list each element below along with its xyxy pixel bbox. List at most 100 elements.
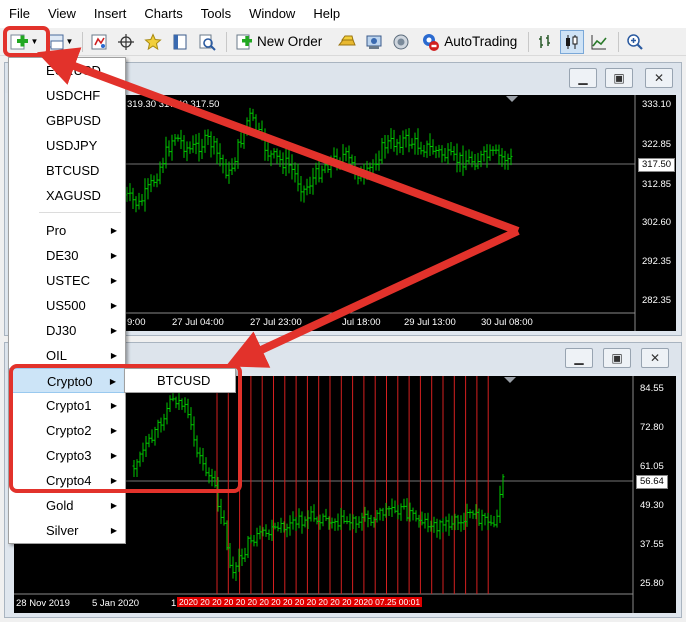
bar-chart-button[interactable] xyxy=(533,30,557,54)
new-order-icon xyxy=(236,34,252,49)
crosshair-button[interactable] xyxy=(114,30,138,54)
chart-shift-marker xyxy=(504,377,516,383)
price-label: 72.80 xyxy=(640,422,664,433)
price-label: 312.85 xyxy=(642,179,672,190)
menu-item-eurusd[interactable]: EURUSD xyxy=(9,58,125,83)
time-label: 9:00 xyxy=(127,317,146,328)
menu-charts[interactable]: Charts xyxy=(135,0,191,28)
menu-insert[interactable]: Insert xyxy=(85,0,136,28)
crosshair-icon xyxy=(118,33,134,50)
chart-shift-marker xyxy=(506,96,518,102)
line-chart-icon xyxy=(591,34,607,49)
time-label: 29 Jul 13:00 xyxy=(404,317,456,328)
toolbar-separator xyxy=(226,31,227,52)
price-label: 25.80 xyxy=(640,578,664,589)
toolbar-separator xyxy=(618,31,620,52)
autotrading-button[interactable]: AutoTrading xyxy=(416,30,521,54)
submenu-arrow-icon: ▶ xyxy=(110,426,117,435)
menu-item-oil[interactable]: OIL ▶ xyxy=(9,343,125,368)
menu-item-dj30[interactable]: DJ30 ▶ xyxy=(9,318,125,343)
minimize-icon: ▁ xyxy=(578,71,588,85)
menu-item-label: Crypto4 xyxy=(46,473,92,488)
line-chart-button[interactable] xyxy=(587,30,611,54)
menu-item-crypto0[interactable]: Crypto0 ▶ xyxy=(9,368,125,393)
maximize-button[interactable]: ▣ xyxy=(603,348,631,368)
profiles-icon xyxy=(48,34,64,49)
minimize-button[interactable]: ▁ xyxy=(565,348,593,368)
mt4-window: File View Insert Charts Tools Window Hel… xyxy=(0,0,686,622)
submenu-arrow-icon: ▶ xyxy=(110,276,117,285)
menu-file[interactable]: File xyxy=(0,0,39,28)
favorites-icon xyxy=(144,32,162,50)
submenu-arrow-icon: ▶ xyxy=(110,351,117,360)
close-button[interactable]: ✕ xyxy=(641,348,669,368)
market-watch-button[interactable] xyxy=(87,30,111,54)
menu-item-crypto1[interactable]: Crypto1 ▶ xyxy=(9,393,125,418)
chevron-down-icon: ▼ xyxy=(30,37,39,46)
menu-item-usdchf[interactable]: USDCHF xyxy=(9,83,125,108)
menu-item-label: DE30 xyxy=(46,248,79,263)
chevron-down-icon: ▼ xyxy=(65,37,74,46)
gold-bars-button[interactable] xyxy=(335,30,359,54)
zoom-in-button[interactable] xyxy=(623,30,647,54)
submenu-arrow-icon: ▶ xyxy=(110,476,117,485)
menu-item-crypto3[interactable]: Crypto3 ▶ xyxy=(9,443,125,468)
time-label: Jul 18:00 xyxy=(342,317,381,328)
close-button[interactable]: ✕ xyxy=(645,68,673,88)
trader-button[interactable] xyxy=(362,30,386,54)
submenu-item-btcusd[interactable]: BTCUSD xyxy=(125,369,235,392)
new-chart-button[interactable]: ▼ xyxy=(6,30,42,54)
menu-item-silver[interactable]: Silver ▶ xyxy=(9,518,125,543)
menu-tools[interactable]: Tools xyxy=(192,0,240,28)
submenu-arrow-icon: ▶ xyxy=(110,251,117,260)
autotrading-label: AutoTrading xyxy=(444,34,518,49)
new-chart-icon xyxy=(10,34,28,49)
signals-button[interactable] xyxy=(389,30,413,54)
minimize-icon: ▁ xyxy=(574,351,584,365)
menu-item-btcusd[interactable]: BTCUSD xyxy=(9,158,125,183)
time-label: 5 Jan 2020 xyxy=(92,598,140,609)
menu-item-label: USDJPY xyxy=(46,138,98,153)
menu-item-de30[interactable]: DE30 ▶ xyxy=(9,243,125,268)
submenu-arrow-icon: ▶ xyxy=(110,326,117,335)
menu-view[interactable]: View xyxy=(39,0,85,28)
menu-item-gold[interactable]: Gold ▶ xyxy=(9,493,125,518)
submenu-arrow-icon: ▶ xyxy=(110,501,117,510)
menu-help[interactable]: Help xyxy=(304,0,349,28)
menu-item-us500[interactable]: US500 ▶ xyxy=(9,293,125,318)
menu-item-crypto2[interactable]: Crypto2 ▶ xyxy=(9,418,125,443)
close-icon: ✕ xyxy=(649,351,661,365)
new-order-button[interactable]: New Order xyxy=(231,30,326,54)
time-label: 30 Jul 08:00 xyxy=(481,317,533,328)
maximize-icon: ▣ xyxy=(613,71,625,85)
price-label: 302.60 xyxy=(642,217,672,228)
maximize-button[interactable]: ▣ xyxy=(605,68,633,88)
menu-item-label: Crypto3 xyxy=(46,448,92,463)
favorites-button[interactable] xyxy=(141,30,165,54)
menu-item-label: US500 xyxy=(46,298,86,313)
menu-item-xagusd[interactable]: XAGUSD xyxy=(9,183,125,208)
menu-item-label: USTEC xyxy=(46,273,91,288)
menu-separator xyxy=(39,212,121,213)
price-label: 282.35 xyxy=(642,295,672,306)
trader-icon xyxy=(366,35,382,49)
minimize-button[interactable]: ▁ xyxy=(569,68,597,88)
highlighted-time-range: 2020 20 20 20 20 20 20 20 20 20 20 20 20… xyxy=(177,597,423,607)
menu-item-label: BTCUSD xyxy=(46,163,100,178)
data-window-button[interactable] xyxy=(168,30,192,54)
menu-item-crypto4[interactable]: Crypto4 ▶ xyxy=(9,468,125,493)
menu-item-gbpusd[interactable]: GBPUSD xyxy=(9,108,125,133)
candles-button[interactable] xyxy=(560,29,585,54)
profiles-button[interactable]: ▼ xyxy=(45,30,75,54)
menu-item-label: Crypto1 xyxy=(46,398,92,413)
menu-item-label: XAGUSD xyxy=(46,188,101,203)
submenu-arrow-icon: ▶ xyxy=(110,526,117,535)
menu-window[interactable]: Window xyxy=(240,0,304,28)
signals-icon xyxy=(393,34,409,49)
maximize-icon: ▣ xyxy=(611,351,623,365)
strategy-tester-button[interactable] xyxy=(195,30,219,54)
menu-item-ustec[interactable]: USTEC ▶ xyxy=(9,268,125,293)
menu-item-usdjpy[interactable]: USDJPY xyxy=(9,133,125,158)
menu-item-label: Gold xyxy=(46,498,74,513)
menu-item-pro[interactable]: Pro ▶ xyxy=(9,218,125,243)
